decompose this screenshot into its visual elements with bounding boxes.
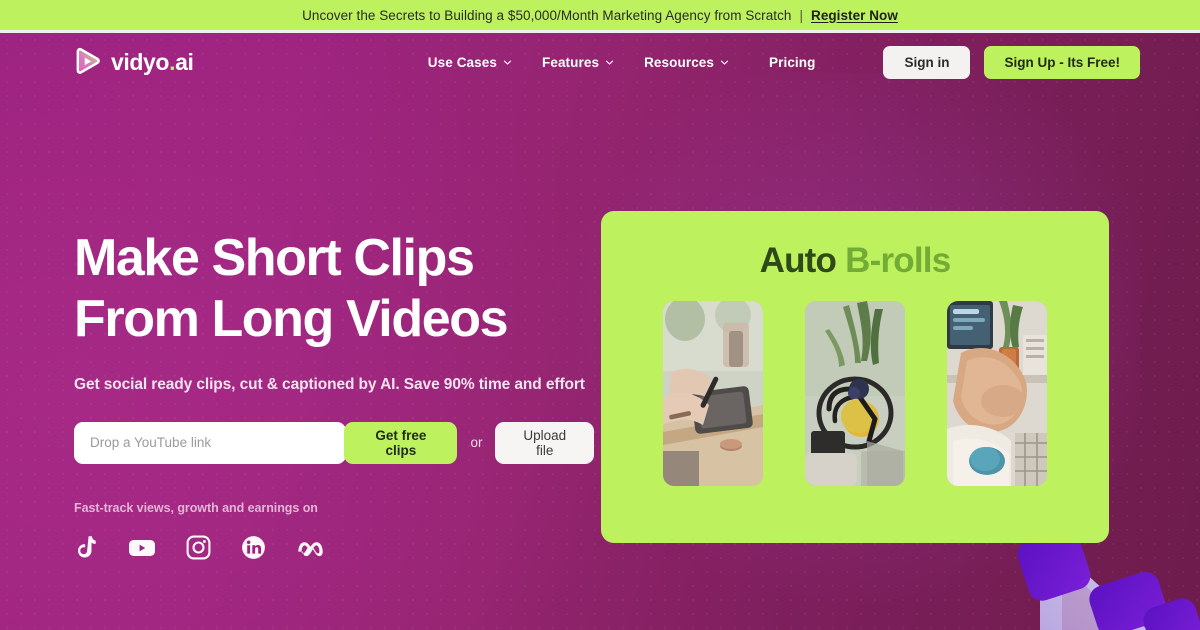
- play-logo-icon: [72, 47, 102, 77]
- tiktok-icon[interactable]: [74, 535, 98, 566]
- logo-name: vidyo: [111, 48, 170, 75]
- chevron-down-icon: [605, 58, 614, 67]
- chevron-down-icon: [720, 58, 729, 67]
- youtube-link-input[interactable]: [78, 421, 347, 464]
- thumbnail-chair-lamp[interactable]: [805, 301, 905, 486]
- social-icons-row: [74, 535, 594, 566]
- register-now-link[interactable]: Register Now: [811, 8, 898, 23]
- site-header: vidyo.ai Use Cases Features Resources Pr…: [0, 33, 1200, 91]
- logo[interactable]: vidyo.ai: [72, 47, 194, 77]
- thumbnail-person-desk[interactable]: [947, 301, 1047, 486]
- nav-label: Features: [542, 54, 600, 70]
- meta-icon[interactable]: [296, 538, 326, 563]
- card-title-primary: Auto: [759, 241, 837, 280]
- sign-up-button[interactable]: Sign Up - Its Free!: [984, 45, 1140, 79]
- hero-left-column: Make Short Clips From Long Videos Get so…: [74, 91, 594, 566]
- nav-item-use-cases[interactable]: Use Cases: [428, 55, 512, 70]
- get-free-clips-button[interactable]: Get free clips: [344, 421, 458, 464]
- auto-brolls-card: Auto B-rolls: [601, 211, 1109, 543]
- card-thumbnails: [601, 301, 1109, 486]
- hero-page: vidyo.ai Use Cases Features Resources Pr…: [0, 33, 1200, 630]
- announcement-text: Uncover the Secrets to Building a $50,00…: [302, 7, 792, 23]
- headline-line-1: Make Short Clips: [74, 229, 475, 287]
- card-title-secondary: B-rolls: [845, 241, 951, 280]
- logo-suffix: ai: [175, 48, 194, 75]
- nav-item-resources[interactable]: Resources: [644, 55, 729, 70]
- hero-form: Get free clips or Upload file: [74, 421, 594, 464]
- youtube-link-input-wrapper[interactable]: [74, 421, 347, 464]
- sign-in-button[interactable]: Sign in: [883, 45, 971, 79]
- nav-label: Use Cases: [427, 54, 497, 70]
- page-title: Make Short Clips From Long Videos: [74, 228, 594, 351]
- announcement-separator: |: [799, 7, 804, 23]
- logo-text: vidyo.ai: [111, 48, 194, 76]
- nav-label: Pricing: [769, 54, 816, 70]
- youtube-icon[interactable]: [128, 537, 156, 564]
- main-navigation: Use Cases Features Resources Pricing Sig…: [428, 45, 1140, 79]
- upload-file-button[interactable]: Upload file: [495, 421, 594, 464]
- linkedin-icon[interactable]: [241, 535, 266, 565]
- instagram-icon[interactable]: [186, 535, 211, 565]
- socials-label: Fast-track views, growth and earnings on: [74, 500, 318, 515]
- announcement-banner: Uncover the Secrets to Building a $50,00…: [0, 0, 1200, 30]
- nav-label: Resources: [644, 54, 715, 70]
- card-title: Auto B-rolls: [601, 211, 1109, 281]
- chevron-down-icon: [503, 58, 512, 67]
- or-label: or: [470, 435, 483, 451]
- hero-subheadline: Get social ready clips, cut & captioned …: [74, 375, 585, 393]
- header-actions: Sign in Sign Up - Its Free!: [883, 45, 1140, 79]
- thumbnail-desk-tablet[interactable]: [663, 301, 763, 486]
- nav-item-features[interactable]: Features: [542, 55, 614, 70]
- nav-item-pricing[interactable]: Pricing: [769, 55, 815, 70]
- headline-line-2: From Long Videos: [74, 290, 509, 349]
